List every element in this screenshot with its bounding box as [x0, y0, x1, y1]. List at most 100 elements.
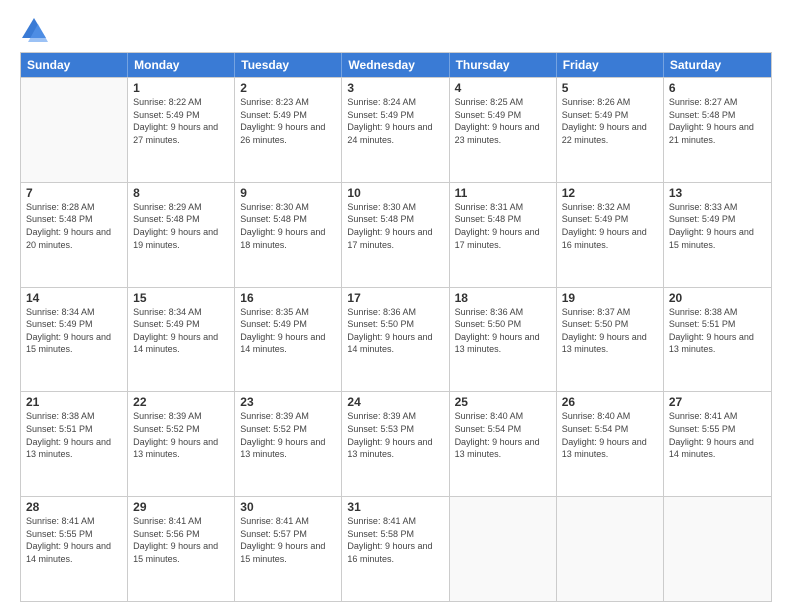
day-cell-1: 1 Sunrise: 8:22 AM Sunset: 5:49 PM Dayli… — [128, 78, 235, 182]
day-info: Sunrise: 8:28 AM Sunset: 5:48 PM Dayligh… — [26, 201, 122, 251]
day-number: 6 — [669, 81, 766, 95]
day-cell-19: 19 Sunrise: 8:37 AM Sunset: 5:50 PM Dayl… — [557, 288, 664, 392]
day-number: 25 — [455, 395, 551, 409]
day-info: Sunrise: 8:31 AM Sunset: 5:48 PM Dayligh… — [455, 201, 551, 251]
day-number: 29 — [133, 500, 229, 514]
header-day-tuesday: Tuesday — [235, 53, 342, 77]
day-cell-21: 21 Sunrise: 8:38 AM Sunset: 5:51 PM Dayl… — [21, 392, 128, 496]
header-day-wednesday: Wednesday — [342, 53, 449, 77]
empty-cell — [664, 497, 771, 601]
day-info: Sunrise: 8:36 AM Sunset: 5:50 PM Dayligh… — [455, 306, 551, 356]
day-cell-27: 27 Sunrise: 8:41 AM Sunset: 5:55 PM Dayl… — [664, 392, 771, 496]
calendar: SundayMondayTuesdayWednesdayThursdayFrid… — [20, 52, 772, 602]
day-number: 15 — [133, 291, 229, 305]
day-number: 21 — [26, 395, 122, 409]
logo-icon — [20, 16, 48, 44]
day-info: Sunrise: 8:41 AM Sunset: 5:58 PM Dayligh… — [347, 515, 443, 565]
day-cell-17: 17 Sunrise: 8:36 AM Sunset: 5:50 PM Dayl… — [342, 288, 449, 392]
day-cell-29: 29 Sunrise: 8:41 AM Sunset: 5:56 PM Dayl… — [128, 497, 235, 601]
day-number: 27 — [669, 395, 766, 409]
calendar-week-4: 21 Sunrise: 8:38 AM Sunset: 5:51 PM Dayl… — [21, 391, 771, 496]
day-cell-15: 15 Sunrise: 8:34 AM Sunset: 5:49 PM Dayl… — [128, 288, 235, 392]
day-info: Sunrise: 8:40 AM Sunset: 5:54 PM Dayligh… — [455, 410, 551, 460]
day-info: Sunrise: 8:24 AM Sunset: 5:49 PM Dayligh… — [347, 96, 443, 146]
day-info: Sunrise: 8:23 AM Sunset: 5:49 PM Dayligh… — [240, 96, 336, 146]
calendar-week-1: 1 Sunrise: 8:22 AM Sunset: 5:49 PM Dayli… — [21, 77, 771, 182]
day-info: Sunrise: 8:41 AM Sunset: 5:56 PM Dayligh… — [133, 515, 229, 565]
day-info: Sunrise: 8:30 AM Sunset: 5:48 PM Dayligh… — [240, 201, 336, 251]
day-number: 10 — [347, 186, 443, 200]
day-info: Sunrise: 8:36 AM Sunset: 5:50 PM Dayligh… — [347, 306, 443, 356]
day-info: Sunrise: 8:40 AM Sunset: 5:54 PM Dayligh… — [562, 410, 658, 460]
day-info: Sunrise: 8:39 AM Sunset: 5:53 PM Dayligh… — [347, 410, 443, 460]
header-day-monday: Monday — [128, 53, 235, 77]
day-info: Sunrise: 8:41 AM Sunset: 5:55 PM Dayligh… — [26, 515, 122, 565]
header-day-friday: Friday — [557, 53, 664, 77]
day-number: 28 — [26, 500, 122, 514]
day-info: Sunrise: 8:34 AM Sunset: 5:49 PM Dayligh… — [26, 306, 122, 356]
empty-cell — [450, 497, 557, 601]
page: SundayMondayTuesdayWednesdayThursdayFrid… — [0, 0, 792, 612]
day-number: 12 — [562, 186, 658, 200]
day-number: 20 — [669, 291, 766, 305]
day-cell-30: 30 Sunrise: 8:41 AM Sunset: 5:57 PM Dayl… — [235, 497, 342, 601]
day-cell-24: 24 Sunrise: 8:39 AM Sunset: 5:53 PM Dayl… — [342, 392, 449, 496]
day-info: Sunrise: 8:32 AM Sunset: 5:49 PM Dayligh… — [562, 201, 658, 251]
day-cell-10: 10 Sunrise: 8:30 AM Sunset: 5:48 PM Dayl… — [342, 183, 449, 287]
day-cell-8: 8 Sunrise: 8:29 AM Sunset: 5:48 PM Dayli… — [128, 183, 235, 287]
calendar-week-2: 7 Sunrise: 8:28 AM Sunset: 5:48 PM Dayli… — [21, 182, 771, 287]
day-info: Sunrise: 8:35 AM Sunset: 5:49 PM Dayligh… — [240, 306, 336, 356]
day-cell-4: 4 Sunrise: 8:25 AM Sunset: 5:49 PM Dayli… — [450, 78, 557, 182]
day-cell-20: 20 Sunrise: 8:38 AM Sunset: 5:51 PM Dayl… — [664, 288, 771, 392]
day-cell-6: 6 Sunrise: 8:27 AM Sunset: 5:48 PM Dayli… — [664, 78, 771, 182]
day-number: 1 — [133, 81, 229, 95]
day-number: 9 — [240, 186, 336, 200]
day-cell-11: 11 Sunrise: 8:31 AM Sunset: 5:48 PM Dayl… — [450, 183, 557, 287]
day-cell-12: 12 Sunrise: 8:32 AM Sunset: 5:49 PM Dayl… — [557, 183, 664, 287]
day-number: 8 — [133, 186, 229, 200]
day-cell-25: 25 Sunrise: 8:40 AM Sunset: 5:54 PM Dayl… — [450, 392, 557, 496]
day-info: Sunrise: 8:29 AM Sunset: 5:48 PM Dayligh… — [133, 201, 229, 251]
logo — [20, 16, 52, 44]
day-info: Sunrise: 8:26 AM Sunset: 5:49 PM Dayligh… — [562, 96, 658, 146]
header-day-sunday: Sunday — [21, 53, 128, 77]
day-cell-2: 2 Sunrise: 8:23 AM Sunset: 5:49 PM Dayli… — [235, 78, 342, 182]
day-cell-16: 16 Sunrise: 8:35 AM Sunset: 5:49 PM Dayl… — [235, 288, 342, 392]
day-cell-9: 9 Sunrise: 8:30 AM Sunset: 5:48 PM Dayli… — [235, 183, 342, 287]
day-cell-28: 28 Sunrise: 8:41 AM Sunset: 5:55 PM Dayl… — [21, 497, 128, 601]
day-info: Sunrise: 8:33 AM Sunset: 5:49 PM Dayligh… — [669, 201, 766, 251]
calendar-week-3: 14 Sunrise: 8:34 AM Sunset: 5:49 PM Dayl… — [21, 287, 771, 392]
day-cell-5: 5 Sunrise: 8:26 AM Sunset: 5:49 PM Dayli… — [557, 78, 664, 182]
day-number: 2 — [240, 81, 336, 95]
empty-cell — [21, 78, 128, 182]
day-number: 11 — [455, 186, 551, 200]
day-info: Sunrise: 8:39 AM Sunset: 5:52 PM Dayligh… — [133, 410, 229, 460]
calendar-body: 1 Sunrise: 8:22 AM Sunset: 5:49 PM Dayli… — [21, 77, 771, 601]
day-info: Sunrise: 8:25 AM Sunset: 5:49 PM Dayligh… — [455, 96, 551, 146]
day-cell-26: 26 Sunrise: 8:40 AM Sunset: 5:54 PM Dayl… — [557, 392, 664, 496]
day-number: 17 — [347, 291, 443, 305]
day-number: 22 — [133, 395, 229, 409]
day-number: 5 — [562, 81, 658, 95]
day-info: Sunrise: 8:22 AM Sunset: 5:49 PM Dayligh… — [133, 96, 229, 146]
empty-cell — [557, 497, 664, 601]
day-number: 18 — [455, 291, 551, 305]
day-number: 30 — [240, 500, 336, 514]
day-number: 19 — [562, 291, 658, 305]
day-info: Sunrise: 8:27 AM Sunset: 5:48 PM Dayligh… — [669, 96, 766, 146]
day-number: 3 — [347, 81, 443, 95]
day-cell-18: 18 Sunrise: 8:36 AM Sunset: 5:50 PM Dayl… — [450, 288, 557, 392]
header — [20, 16, 772, 44]
day-number: 4 — [455, 81, 551, 95]
header-day-saturday: Saturday — [664, 53, 771, 77]
calendar-header: SundayMondayTuesdayWednesdayThursdayFrid… — [21, 53, 771, 77]
day-number: 23 — [240, 395, 336, 409]
day-number: 13 — [669, 186, 766, 200]
calendar-week-5: 28 Sunrise: 8:41 AM Sunset: 5:55 PM Dayl… — [21, 496, 771, 601]
day-number: 26 — [562, 395, 658, 409]
day-cell-31: 31 Sunrise: 8:41 AM Sunset: 5:58 PM Dayl… — [342, 497, 449, 601]
header-day-thursday: Thursday — [450, 53, 557, 77]
day-cell-13: 13 Sunrise: 8:33 AM Sunset: 5:49 PM Dayl… — [664, 183, 771, 287]
day-number: 16 — [240, 291, 336, 305]
day-cell-23: 23 Sunrise: 8:39 AM Sunset: 5:52 PM Dayl… — [235, 392, 342, 496]
